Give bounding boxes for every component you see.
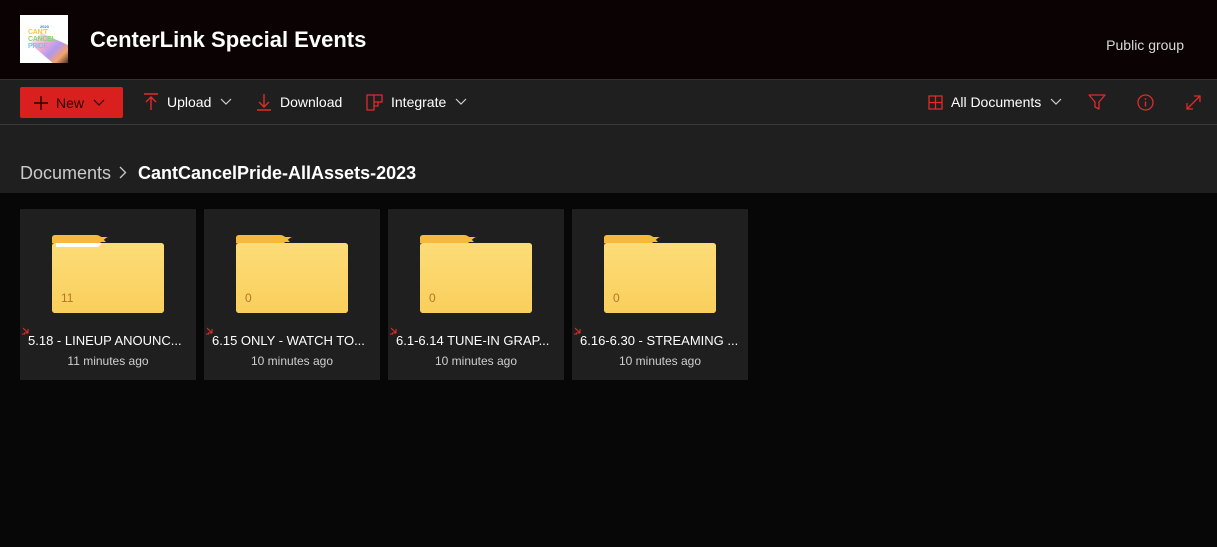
item-count: 0: [429, 291, 436, 305]
filter-icon: [1088, 94, 1106, 110]
folder-name[interactable]: 6.15 ONLY - WATCH TO...: [212, 333, 376, 348]
modified-time: 10 minutes ago: [250, 354, 334, 368]
chevron-down-icon: [455, 98, 467, 106]
modified-time: 11 minutes ago: [67, 354, 149, 368]
breadcrumb: Documents CantCancelPride-AllAssets-2023: [0, 125, 1217, 193]
download-arrow-icon: [256, 93, 272, 111]
chevron-down-icon: [220, 98, 232, 106]
folder-icon: [604, 235, 716, 313]
site-title[interactable]: CenterLink Special Events: [90, 27, 366, 53]
folder-tile[interactable]: 0 6.16-6.30 - STREAMING ... 10 minutes a…: [572, 209, 748, 380]
integrate-grid-icon: [366, 93, 383, 111]
folder-icon: [236, 235, 348, 313]
plus-icon: [34, 95, 48, 110]
view-label: All Documents: [951, 94, 1042, 110]
folder-name[interactable]: 6.1-6.14 TUNE-IN GRAP...: [396, 333, 560, 348]
filter-button[interactable]: [1088, 80, 1106, 124]
chevron-down-icon: [1050, 98, 1062, 106]
breadcrumb-current: CantCancelPride-AllAssets-2023: [138, 163, 417, 183]
download-label: Download: [280, 94, 343, 110]
view-selector[interactable]: All Documents: [928, 80, 1062, 124]
upload-button[interactable]: Upload: [143, 80, 232, 124]
logo-line-2: CANCEL: [28, 36, 56, 43]
breadcrumb-documents[interactable]: Documents: [20, 163, 111, 184]
new-button[interactable]: New: [20, 87, 123, 118]
chevron-right-icon: [119, 166, 127, 179]
integrate-button[interactable]: Integrate: [366, 80, 467, 124]
integrate-label: Integrate: [391, 94, 447, 110]
folder-tile[interactable]: 11 5.18 - LINEUP ANOUNC... 11 minutes ag…: [20, 209, 196, 380]
upload-label: Upload: [167, 94, 212, 110]
expand-icon: [1185, 94, 1202, 111]
site-header: 2023 CAN'T CANCEL PRIDE CenterLink Speci…: [0, 0, 1217, 79]
logo-text: CAN'T CANCEL PRIDE: [28, 29, 56, 50]
item-count: 11: [61, 291, 74, 305]
info-button[interactable]: [1137, 80, 1154, 124]
folder-name[interactable]: 5.18 - LINEUP ANOUNC...: [28, 333, 192, 348]
command-bar: New Upload Download Integrate All Docume…: [0, 79, 1217, 125]
folder-tile[interactable]: 0 6.15 ONLY - WATCH TO... 10 minutes ago: [204, 209, 380, 380]
grid-view-icon: [928, 94, 943, 110]
modified-time: 10 minutes ago: [618, 354, 702, 368]
info-icon: [1137, 93, 1154, 111]
download-button[interactable]: Download: [256, 80, 342, 124]
folder-name[interactable]: 6.16-6.30 - STREAMING ...: [580, 333, 744, 348]
item-count: 0: [245, 291, 252, 305]
expand-button[interactable]: [1185, 80, 1202, 124]
site-logo[interactable]: 2023 CAN'T CANCEL PRIDE: [20, 15, 68, 63]
logo-line-3: PRIDE: [28, 43, 48, 50]
chevron-down-icon: [93, 99, 105, 107]
new-button-label: New: [56, 94, 85, 111]
item-count: 0: [613, 291, 620, 305]
logo-line-1: CAN'T: [28, 29, 48, 36]
upload-arrow-icon: [143, 93, 159, 111]
group-visibility: Public group: [1106, 37, 1184, 53]
folder-icon: [420, 235, 532, 313]
folder-tile[interactable]: 0 6.1-6.14 TUNE-IN GRAP... 10 minutes ag…: [388, 209, 564, 380]
modified-time: 10 minutes ago: [434, 354, 518, 368]
